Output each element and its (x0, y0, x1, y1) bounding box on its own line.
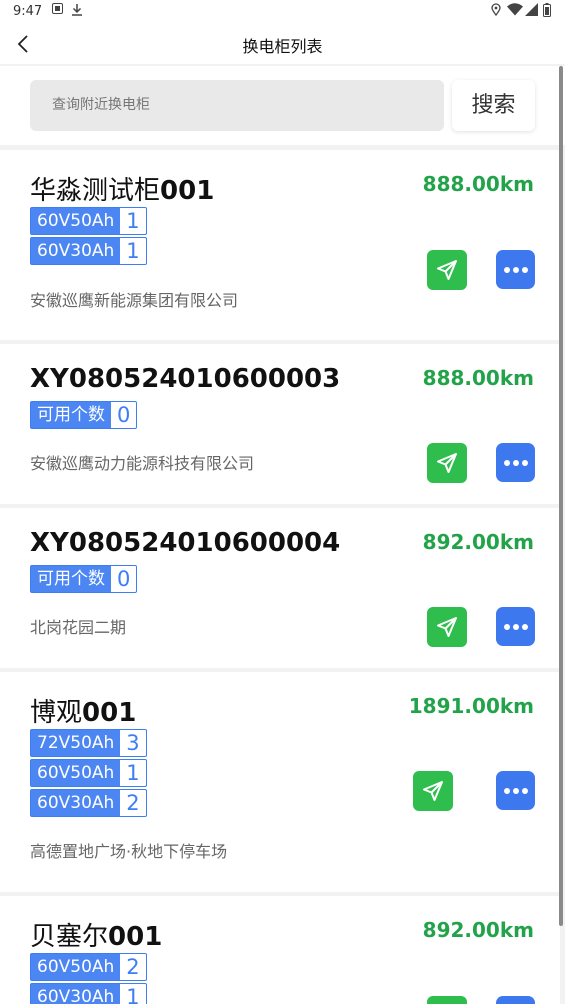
cabinet-name: 博观001 (30, 698, 137, 728)
signal-icon (525, 3, 538, 19)
download-icon (71, 3, 83, 19)
cabinet-company: 安徽巡鹰动力能源科技有限公司 (30, 454, 255, 473)
cabinet-distance: 892.00km (422, 918, 534, 942)
cabinet-name: XY080524010600003 (30, 364, 341, 394)
search-input[interactable]: 查询附近换电柜 (30, 80, 444, 131)
cabinet-card[interactable]: 贝塞尔001 892.00km 60V50Ah 2 60V30Ah 1 (0, 896, 560, 1004)
search-area: 查询附近换电柜 搜索 (0, 66, 565, 145)
navigation-arrow-icon (437, 453, 457, 473)
status-time: 9:47 (13, 4, 43, 19)
more-button[interactable] (496, 443, 535, 482)
more-dots-icon (503, 623, 528, 630)
battery-badge: 60V50Ah 1 (30, 207, 147, 235)
navigate-button[interactable] (427, 996, 467, 1004)
location-icon (491, 3, 501, 19)
cabinet-name: XY080524010600004 (30, 528, 341, 558)
wifi-icon (507, 3, 523, 19)
cabinet-distance: 1891.00km (408, 694, 534, 718)
navigate-button[interactable] (427, 250, 467, 290)
battery-badge: 60V30Ah 1 (30, 237, 147, 265)
more-dots-icon (503, 459, 528, 466)
cabinet-card[interactable]: 华淼测试柜001 888.00km 60V50Ah 1 60V30Ah 1 安徽巡鹰… (0, 150, 560, 340)
cabinet-distance: 888.00km (422, 172, 534, 196)
status-bar: 9:47 (0, 0, 565, 24)
navigate-button[interactable] (413, 771, 453, 811)
more-button[interactable] (496, 607, 535, 646)
navigate-button[interactable] (427, 443, 467, 483)
cabinet-distance: 888.00km (422, 366, 534, 390)
battery-badge: 60V30Ah 1 (30, 983, 147, 1004)
available-count-badge: 可用个数 0 (30, 565, 138, 593)
navigation-arrow-icon (437, 617, 457, 637)
battery-badge: 60V50Ah 2 (30, 953, 147, 981)
battery-badge: 60V50Ah 1 (30, 759, 147, 787)
cabinet-company: 北岗花园二期 (30, 618, 127, 637)
title-bar: 换电柜列表 (0, 24, 565, 64)
cabinet-name: 贝塞尔001 (30, 922, 163, 952)
navigation-arrow-icon (437, 260, 457, 280)
cabinet-card[interactable]: XY080524010600004 892.00km 可用个数 0 北岗花园二期 (0, 508, 560, 668)
cabinet-card[interactable]: 博观001 1891.00km 72V50Ah 3 60V50Ah 1 60V30A… (0, 672, 560, 892)
more-button[interactable] (496, 996, 535, 1004)
battery-badge: 72V50Ah 3 (30, 729, 147, 757)
notification-icon (52, 3, 63, 17)
battery-badge: 60V30Ah 2 (30, 789, 147, 817)
navigate-button[interactable] (427, 607, 467, 647)
more-button[interactable] (496, 771, 535, 810)
cabinet-name: 华淼测试柜001 (30, 176, 215, 206)
more-button[interactable] (496, 250, 535, 289)
more-dots-icon (503, 787, 528, 794)
cabinet-card[interactable]: XY080524010600003 888.00km 可用个数 0 安徽巡鹰动力能… (0, 344, 560, 504)
available-count-badge: 可用个数 0 (30, 401, 138, 429)
scrollbar[interactable] (559, 66, 563, 926)
battery-icon (543, 3, 551, 20)
more-dots-icon (503, 266, 528, 273)
page-title: 换电柜列表 (242, 37, 323, 56)
cabinet-distance: 892.00km (422, 530, 534, 554)
search-button[interactable]: 搜索 (452, 80, 535, 131)
cabinet-company: 高德置地广场·秋地下停车场 (30, 842, 228, 861)
cabinet-company: 安徽巡鹰新能源集团有限公司 (30, 291, 239, 310)
navigation-arrow-icon (423, 781, 443, 801)
